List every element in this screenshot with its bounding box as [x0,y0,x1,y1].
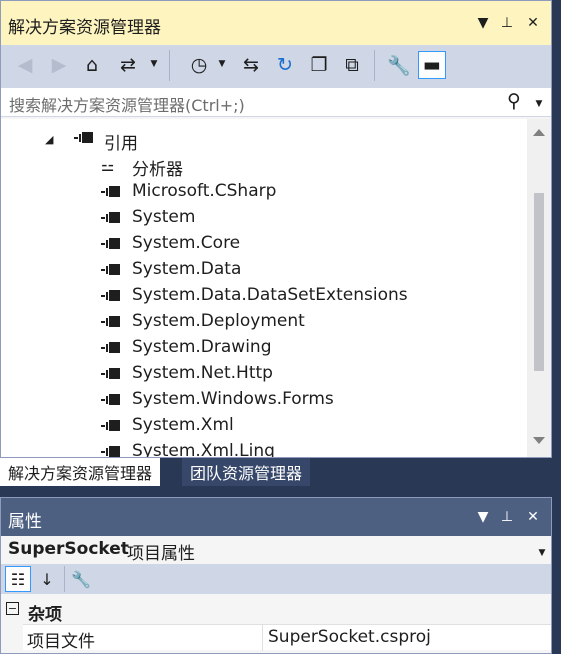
tree-node-label: System.Deployment [132,311,305,331]
property-pages-icon[interactable]: 🔧 [68,566,94,592]
search-options-dropdown-icon[interactable]: ▼ [534,97,544,111]
solution-explorer-toolbar: ◀ ▶ ⌂ ⇄ ▼ ◷ ▼ ⇆ ↻ ❐ ⧉ 🔧 ▬ [1,45,551,87]
category-label: 杂项 [28,605,62,625]
pending-changes-icon[interactable]: ◷ [185,51,213,79]
tree-node-reference[interactable]: System.Xml [1,413,527,439]
scroll-down-arrow-icon[interactable] [533,437,545,444]
tree-node-analyzer[interactable]: ⚍ 分析器 [1,153,527,180]
reference-icon [101,313,125,331]
property-value[interactable]: SuperSocket.csproj [268,627,431,647]
properties-titlebar[interactable]: 属性 ▼ ⊥ ✕ [1,498,551,536]
refresh-icon[interactable]: ↻ [271,51,299,79]
home-icon[interactable]: ⌂ [78,51,106,79]
pin-icon[interactable]: ⊥ [497,13,517,33]
tree-node-reference[interactable]: System.Data.DataSetExtensions [1,283,527,309]
categorized-view-icon[interactable]: ☷ [5,566,31,592]
tab-team-explorer[interactable]: 团队资源管理器 [182,458,311,486]
property-column-divider[interactable] [262,625,263,651]
tree-node-label: System.Core [132,233,241,253]
reference-icon [101,391,125,409]
analyzer-icon: ⚍ [101,157,115,175]
solution-explorer-title: 解决方案资源管理器 [8,18,161,38]
tree-node-label: Microsoft.CSharp [132,181,277,201]
forward-icon[interactable]: ▶ [45,51,73,79]
property-grid: − 杂项 项目文件 SuperSocket.csproj [1,594,551,653]
toolbar-separator [169,50,170,81]
tree-node-label: System.Xml.Linq [132,441,275,457]
reference-icon [101,183,125,201]
properties-panel: 属性 ▼ ⊥ ✕ SuperSocket 项目属性 ▼ ☷ ↓ 🔧 − 杂项 项… [0,497,552,654]
expand-collapse-icon[interactable]: ◢ [45,133,53,146]
reference-icon [101,443,125,457]
tree-node-reference[interactable]: System.Core [1,231,527,257]
references-icon [74,131,96,149]
tree-node-reference[interactable]: System.Xml.Linq [1,439,527,457]
properties-toolbar: ☷ ↓ 🔧 [1,564,551,594]
switch-views-icon[interactable]: ⇆ [237,51,265,79]
solution-tree: ◢ 引用 ⚍ 分析器 Microsoft.CSharp System Syste… [1,119,527,457]
object-type: 项目属性 [127,544,195,564]
show-all-files-icon[interactable]: ⧉ [338,51,366,79]
tree-node-reference[interactable]: System.Drawing [1,335,527,361]
scrollbar-thumb[interactable] [534,193,544,371]
window-position-dropdown-icon[interactable]: ▼ [473,13,493,33]
reference-icon [101,287,125,305]
pending-changes-dropdown-icon[interactable]: ▼ [217,57,227,71]
tree-node-label: 分析器 [132,160,183,180]
category-row[interactable]: − 杂项 [1,598,551,625]
search-box[interactable]: 搜索解决方案资源管理器(Ctrl+;) ⚲ ▼ [1,87,551,117]
object-selector-dropdown-icon[interactable]: ▼ [537,546,547,560]
property-name: 项目文件 [27,632,95,652]
collapse-all-icon[interactable]: ❐ [305,51,333,79]
tree-node-label: System.Drawing [132,337,272,357]
tree-node-label: System.Net.Http [132,363,273,383]
reference-icon [101,235,125,253]
solution-explorer-panel: 解决方案资源管理器 ▼ ⊥ ✕ ◀ ▶ ⌂ ⇄ ▼ ◷ ▼ ⇆ ↻ ❐ ⧉ 🔧 … [0,0,552,458]
solution-explorer-titlebar[interactable]: 解决方案资源管理器 ▼ ⊥ ✕ [1,1,551,45]
tree-node-references[interactable]: ◢ 引用 [1,127,527,154]
collapse-category-icon[interactable]: − [6,602,19,615]
object-name: SuperSocket [8,539,129,559]
tree-node-label: System.Windows.Forms [132,389,334,409]
reference-icon [101,365,125,383]
tree-node-reference[interactable]: System.Data [1,257,527,283]
sync-dropdown-icon[interactable]: ▼ [149,57,159,71]
object-selector[interactable]: SuperSocket 项目属性 ▼ [1,536,551,564]
properties-icon[interactable]: 🔧 [385,51,413,79]
tree-node-label: System [132,207,196,227]
tree-node-reference[interactable]: System.Net.Http [1,361,527,387]
sync-view-icon[interactable]: ⇄ [114,51,142,79]
window-position-dropdown-icon[interactable]: ▼ [473,507,493,527]
close-icon[interactable]: ✕ [523,507,543,527]
tab-solution-explorer[interactable]: 解决方案资源管理器 [0,458,161,486]
alphabetical-sort-icon[interactable]: ↓ [34,566,60,592]
close-icon[interactable]: ✕ [523,13,543,33]
reference-icon [101,261,125,279]
toolbar-separator [374,50,375,81]
tree-node-label: System.Data.DataSetExtensions [132,285,408,305]
scroll-up-arrow-icon[interactable] [533,129,545,136]
tree-node-reference[interactable]: Microsoft.CSharp [1,179,527,205]
tree-node-label: System.Xml [132,415,234,435]
reference-icon [101,209,125,227]
tree-node-label: System.Data [132,259,242,279]
preview-icon[interactable]: ▬ [418,51,446,79]
reference-icon [101,417,125,435]
pin-icon[interactable]: ⊥ [497,507,517,527]
tree-vertical-scrollbar[interactable] [527,119,551,457]
properties-title: 属性 [8,512,42,532]
reference-icon [101,339,125,357]
property-row[interactable]: 项目文件 SuperSocket.csproj [23,624,551,652]
back-icon[interactable]: ◀ [11,51,39,79]
search-input[interactable]: 搜索解决方案资源管理器(Ctrl+;) [9,92,245,116]
toolbar-separator [64,566,65,592]
tree-node-reference[interactable]: System [1,205,527,231]
tree-node-reference[interactable]: System.Windows.Forms [1,387,527,413]
tree-node-reference[interactable]: System.Deployment [1,309,527,335]
tool-window-tabs: 解决方案资源管理器 团队资源管理器 [0,458,561,488]
search-icon[interactable]: ⚲ [507,90,521,112]
tree-node-label: 引用 [104,134,138,154]
